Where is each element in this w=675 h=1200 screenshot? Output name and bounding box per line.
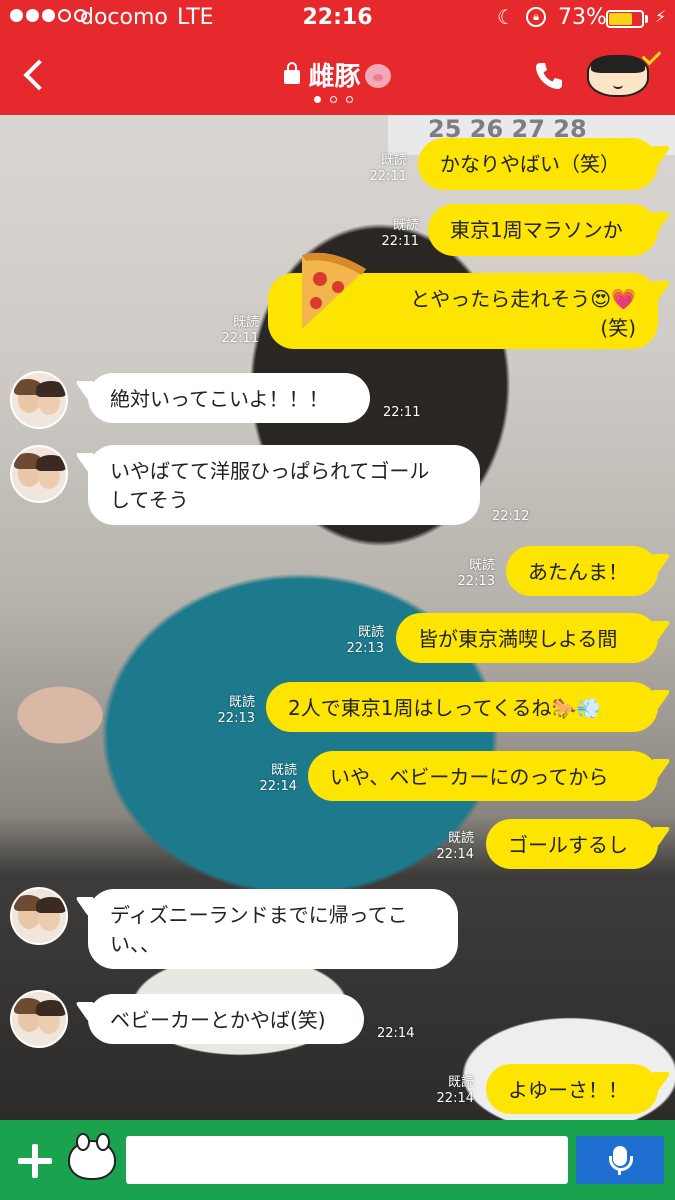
status-bar: docomo LTE 22:16 ☾ 🔒︎ 73% ⚡︎ — [0, 0, 675, 38]
message-time: 22:13 — [457, 574, 495, 589]
read-receipt: 既読 — [380, 153, 407, 168]
read-receipt: 既読 — [447, 1075, 474, 1090]
outgoing-message-bubble[interactable]: あたんま！ — [506, 546, 658, 596]
phone-call-icon[interactable] — [533, 60, 565, 92]
message-meta: 既読 22:14 — [427, 831, 474, 863]
contact-avatar[interactable] — [10, 445, 68, 503]
outgoing-message-bubble[interactable]: よゆーさ！！ — [486, 1064, 658, 1114]
outgoing-message-bubble[interactable]: 皆が東京満喫しよる間 — [396, 613, 658, 663]
page-indicator — [314, 96, 353, 103]
page-dot — [330, 96, 337, 103]
pig-emoji-icon — [364, 64, 391, 88]
voice-input-button[interactable] — [576, 1136, 664, 1184]
message-time: 22:14 — [259, 779, 297, 794]
contact-avatar[interactable] — [10, 887, 68, 945]
chat-title-text: 雌豚 — [308, 62, 361, 92]
message-time: 22:11 — [383, 405, 421, 420]
page-dot — [314, 96, 321, 103]
read-receipt: 既読 — [232, 315, 259, 330]
charging-icon: ⚡︎ — [655, 7, 667, 26]
incoming-message-bubble[interactable]: ベビーカーとかやば(笑) — [88, 994, 364, 1044]
read-receipt: 既読 — [357, 625, 384, 640]
message-input[interactable] — [126, 1136, 568, 1184]
message-time: 22:11 — [221, 331, 259, 346]
contact-avatar[interactable] — [10, 990, 68, 1048]
outgoing-message-bubble[interactable]: 2人で東京1周はしってくるね🐎💨 — [266, 682, 658, 732]
page-dot — [346, 96, 353, 103]
message-meta: 既読 22:13 — [337, 625, 384, 657]
message-meta: 既読 22:13 — [448, 558, 495, 590]
rotation-lock-icon: 🔒︎ — [526, 7, 546, 27]
pizza-emoji-icon — [302, 252, 366, 329]
read-receipt: 既読 — [468, 558, 495, 573]
read-receipt: 既読 — [228, 695, 255, 710]
outgoing-message-bubble[interactable]: かなりやばい（笑） — [418, 138, 658, 190]
message-time: 22:13 — [346, 641, 384, 656]
contact-avatar[interactable] — [10, 371, 68, 429]
chat-title[interactable]: 雌豚 — [0, 56, 675, 93]
outgoing-message-bubble[interactable]: 東京1周マラソンか — [428, 204, 658, 256]
sticker-icon[interactable] — [68, 1133, 116, 1180]
message-meta: 既読 22:11 — [212, 315, 259, 347]
battery-level-fill — [609, 13, 632, 25]
message-input-bar — [0, 1120, 675, 1200]
message-time: 22:12 — [492, 509, 530, 524]
plus-icon[interactable] — [18, 1144, 52, 1178]
incoming-message-bubble[interactable]: ディズニーランドまでに帰ってこ い、、 — [88, 889, 458, 969]
battery-icon — [606, 10, 644, 28]
message-time: 22:11 — [381, 234, 419, 249]
message-time: 22:14 — [436, 1091, 474, 1106]
read-receipt: 既読 — [392, 218, 419, 233]
do-not-disturb-icon: ☾ — [497, 5, 515, 29]
message-meta: 既読 22:11 — [360, 153, 407, 185]
message-meta: 既読 22:11 — [372, 218, 419, 250]
incoming-message-bubble[interactable]: 絶対いってこいよ！！！ — [88, 373, 370, 423]
lock-icon — [284, 62, 301, 84]
top-bar: docomo LTE 22:16 ☾ 🔒︎ 73% ⚡︎ 雌豚 — [0, 0, 675, 115]
incoming-message-bubble[interactable]: いやばてて洋服ひっぱられてゴール してそう — [88, 445, 480, 525]
chat-area[interactable]: 25 26 27 28 既読 22:11 かなりやばい（笑） 既読 22:11 … — [0, 115, 675, 1120]
menu-avatar-icon[interactable] — [587, 55, 649, 97]
battery-nub — [645, 15, 648, 23]
read-receipt: 既読 — [447, 831, 474, 846]
message-meta: 既読 22:14 — [427, 1075, 474, 1107]
message-time: 22:11 — [369, 169, 407, 184]
message-meta: 既読 22:13 — [208, 695, 255, 727]
outgoing-message-bubble[interactable]: いや、ベビーカーにのってから — [308, 751, 658, 801]
message-meta: 既読 22:14 — [250, 763, 297, 795]
outgoing-message-bubble[interactable]: ゴールするし — [486, 819, 658, 869]
read-receipt: 既読 — [270, 763, 297, 778]
message-time: 22:14 — [377, 1026, 415, 1041]
battery-percent: 73% — [558, 5, 607, 30]
message-time: 22:14 — [436, 847, 474, 862]
message-time: 22:13 — [217, 711, 255, 726]
